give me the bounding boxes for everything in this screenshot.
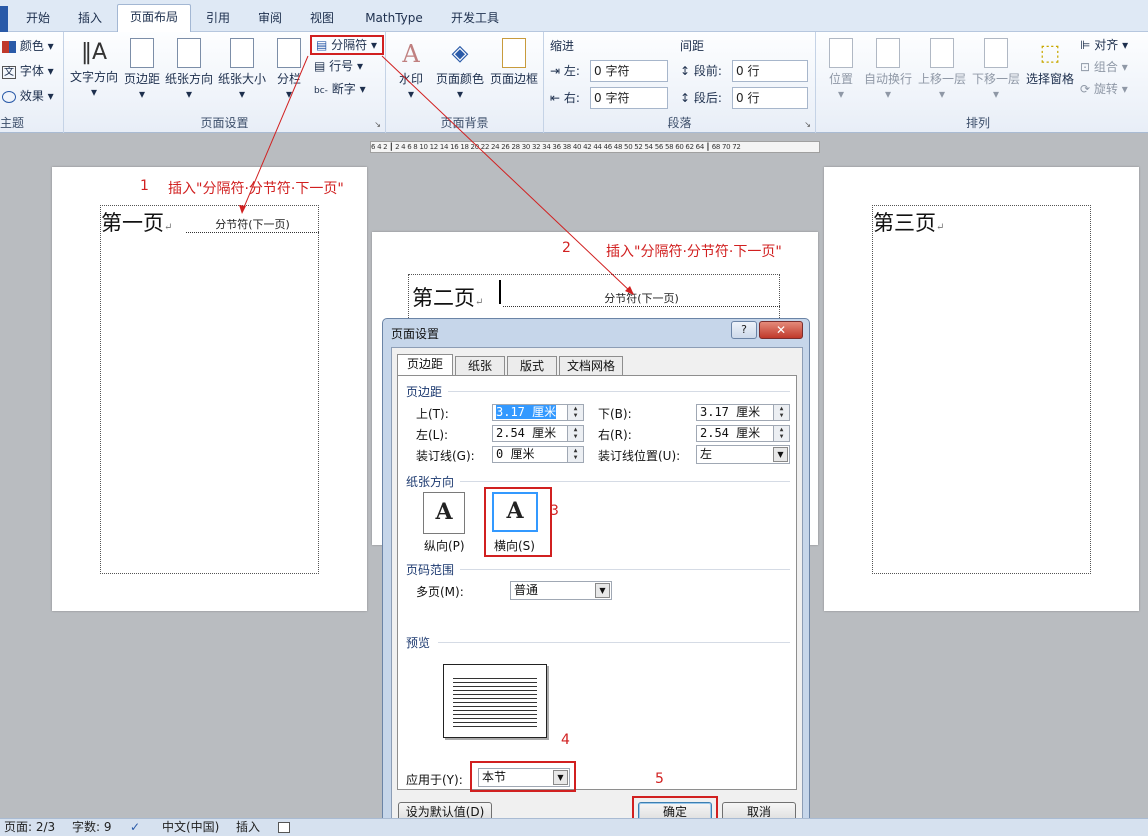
right-margin-spinner[interactable]: ▲ ▼ <box>773 426 789 441</box>
landscape-icon: A <box>506 498 524 524</box>
preview-lines <box>453 675 537 727</box>
annotation-number-1: 1 <box>140 178 149 194</box>
apply-to-select[interactable]: 本节 ▼ <box>478 768 570 787</box>
landscape-label: 横向(S) <box>494 539 535 553</box>
help-button[interactable]: ? <box>731 321 757 339</box>
tab-margins[interactable]: 页边距 <box>397 354 453 376</box>
top-margin-spinner[interactable]: ▲ ▼ <box>567 405 583 420</box>
status-insert-mode[interactable]: 插入 <box>236 819 260 836</box>
bottom-margin-input[interactable]: 3.17 厘米 ▲ ▼ <box>696 404 790 421</box>
portrait-icon: A <box>435 499 453 525</box>
annotation-arrowhead-1 <box>239 205 246 214</box>
gutter-position-select[interactable]: 左 ▼ <box>696 445 790 464</box>
margins-panel: 页边距 上(T): 3.17 厘米 ▲ ▼ 下(B): 3.17 厘米 ▲ ▼ 左(L)… <box>397 375 797 792</box>
portrait-option[interactable]: A <box>423 492 465 534</box>
bottom-margin-spinner[interactable]: ▲ ▼ <box>773 405 789 420</box>
status-bar: 页面: 2/3 字数: 9 ✓ 中文(中国) 插入 <box>0 818 1148 836</box>
right-margin-input[interactable]: 2.54 厘米 ▲ ▼ <box>696 425 790 442</box>
annotation-number-4: 4 <box>561 732 570 748</box>
tab-paper[interactable]: 纸张 <box>455 356 505 375</box>
multiple-pages-label: 多页(M): <box>416 585 464 599</box>
annotation-text-1: 插入"分隔符·分节符·下一页" <box>168 181 344 197</box>
right-margin-label: 右(R): <box>598 428 632 442</box>
annotation-number-2: 2 <box>562 240 571 256</box>
gutter-position-dropdown-icon[interactable]: ▼ <box>773 447 788 462</box>
gutter-label: 装订线(G): <box>416 449 475 463</box>
multiple-pages-dropdown-icon[interactable]: ▼ <box>595 583 610 598</box>
orientation-section-title: 纸张方向 <box>406 475 455 489</box>
dialog-title: 页面设置 <box>391 327 440 341</box>
gutter-position-label: 装订线位置(U): <box>598 449 681 463</box>
pages-section-title: 页码范围 <box>406 563 455 577</box>
left-margin-spinner[interactable]: ▲ ▼ <box>567 426 583 441</box>
gutter-input[interactable]: 0 厘米 ▲ ▼ <box>492 446 584 463</box>
status-word-count[interactable]: 字数: 9 <box>72 819 112 836</box>
preview-section-title: 预览 <box>406 636 431 650</box>
macro-record-icon[interactable] <box>278 822 290 833</box>
spellcheck-icon[interactable]: ✓ <box>130 819 140 836</box>
close-button[interactable]: ✕ <box>759 321 803 339</box>
margins-section-title: 页边距 <box>406 385 443 399</box>
top-margin-label: 上(T): <box>416 407 449 421</box>
status-page[interactable]: 页面: 2/3 <box>4 819 55 836</box>
landscape-option[interactable]: A <box>492 492 538 532</box>
close-icon: ✕ <box>775 323 787 337</box>
portrait-label: 纵向(P) <box>424 539 465 553</box>
multiple-pages-select[interactable]: 普通 ▼ <box>510 581 612 600</box>
annotation-text-2: 插入"分隔符·分节符·下一页" <box>606 244 782 260</box>
top-margin-input[interactable]: 3.17 厘米 ▲ ▼ <box>492 404 584 421</box>
annotation-arrow-2 <box>381 55 633 294</box>
tab-document-grid[interactable]: 文档网格 <box>559 356 623 375</box>
annotation-number-5: 5 <box>655 771 664 787</box>
gutter-spinner[interactable]: ▲ ▼ <box>567 447 583 462</box>
annotation-number-3: 3 <box>550 503 559 519</box>
left-margin-label: 左(L): <box>416 428 449 442</box>
apply-to-dropdown-icon[interactable]: ▼ <box>553 770 568 785</box>
left-margin-input[interactable]: 2.54 厘米 ▲ ▼ <box>492 425 584 442</box>
apply-to-label: 应用于(Y): <box>406 773 463 787</box>
tab-layout[interactable]: 版式 <box>507 356 557 375</box>
dialog-body: 页边距 纸张 版式 文档网格 页边距 上(T): 3.17 厘米 ▲ ▼ 下(B):… <box>391 347 803 829</box>
bottom-margin-label: 下(B): <box>598 407 632 421</box>
preview-thumbnail <box>443 664 547 738</box>
page-setup-dialog: 页面设置 ? ✕ 页边距 纸张 版式 文档网格 页边距 上(T): 3.17 厘… <box>382 318 810 834</box>
status-language[interactable]: 中文(中国) <box>162 819 219 836</box>
